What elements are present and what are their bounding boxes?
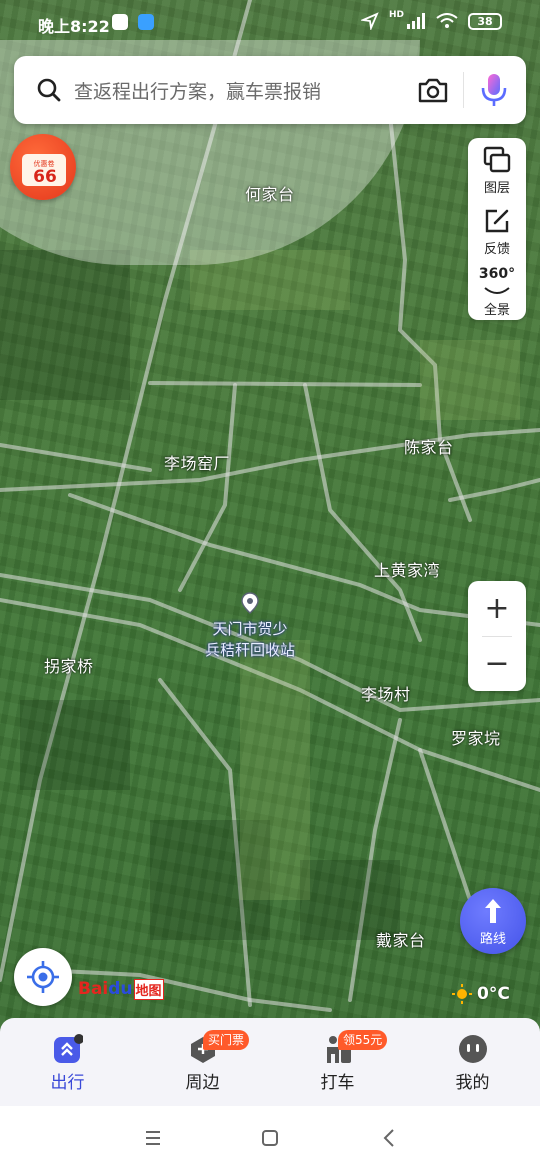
place-label[interactable]: 拐家桥 <box>44 653 94 677</box>
logo-bai: Bai <box>78 979 109 999</box>
status-time: 晚上8:22 <box>38 17 110 36</box>
route-arrow-icon <box>485 899 501 923</box>
layers-icon <box>483 146 511 173</box>
satellite-map[interactable]: 何家台 李场窑厂 陈家台 上黄家湾 拐家桥 李场村 罗家垸 戴家台 天门市贺少 … <box>0 0 540 1105</box>
search-bar[interactable]: 查返程出行方案，赢车票报销 <box>14 56 526 124</box>
battery-icon: 38 <box>468 12 502 30</box>
system-navigation-bar <box>0 1106 540 1170</box>
weather[interactable]: 0°C <box>452 984 510 1004</box>
temperature: 0°C <box>477 984 510 1004</box>
layers-label: 图层 <box>483 181 510 196</box>
bottom-nav: 出行 买门票 周边 领55元 打车 我的 <box>0 1018 540 1106</box>
nav-taxi-label: 打车 <box>320 1073 355 1093</box>
place-label[interactable]: 何家台 <box>245 181 295 205</box>
search-input[interactable]: 查返程出行方案，赢车票报销 <box>74 77 417 104</box>
map-tool-panel: 图层 反馈 360° 全景 <box>468 138 526 320</box>
place-label[interactable]: 戴家台 <box>376 927 426 951</box>
logo-ditu: 地图 <box>133 978 164 1000</box>
zoom-control: + − <box>468 581 526 691</box>
route-button[interactable]: 路线 <box>460 888 526 954</box>
taxi-badge: 领55元 <box>338 1030 388 1050</box>
status-bar: 晚上8:22 HD 38 <box>0 0 540 46</box>
nav-travel-label: 出行 <box>50 1073 85 1093</box>
menu-icon[interactable] <box>138 1126 168 1150</box>
nav-taxi[interactable]: 领55元 打车 <box>270 1018 405 1106</box>
feedback-icon <box>485 209 509 233</box>
poi-label[interactable]: 天门市贺少 兵秸秆回收站 <box>196 619 304 661</box>
place-label[interactable]: 罗家垸 <box>451 725 501 749</box>
layers-button[interactable]: 图层 <box>468 138 526 198</box>
panorama-button[interactable]: 360° 全景 <box>468 260 526 320</box>
nearby-badge: 买门票 <box>203 1030 250 1050</box>
notification-icon <box>112 14 128 30</box>
panorama-label: 全景 <box>483 303 510 318</box>
logo-du: du <box>108 979 133 999</box>
coupon-promo[interactable]: 优惠卷 66 <box>10 134 76 200</box>
locate-button[interactable] <box>14 948 72 1006</box>
place-label[interactable]: 陈家台 <box>404 434 454 458</box>
feedback-button[interactable]: 反馈 <box>468 199 526 259</box>
place-label[interactable]: 李场窑厂 <box>164 450 230 474</box>
route-label: 路线 <box>479 932 506 947</box>
nav-travel[interactable]: 出行 <box>0 1018 135 1106</box>
panorama-arc-icon <box>484 287 510 294</box>
location-pin-icon[interactable] <box>239 592 261 614</box>
panorama-360-icon: 360° <box>478 266 516 282</box>
back-icon[interactable] <box>375 1126 405 1150</box>
profile-icon <box>459 1035 487 1063</box>
signal-icon <box>407 13 425 29</box>
feedback-label: 反馈 <box>483 242 510 257</box>
microphone-icon[interactable] <box>478 72 510 108</box>
poi-label-line1: 天门市贺少 <box>212 620 288 638</box>
poi-label-line2: 兵秸秆回收站 <box>204 641 295 659</box>
network-label: HD <box>388 10 404 20</box>
app-notification-icon <box>138 14 154 30</box>
search-icon <box>37 78 61 102</box>
travel-icon <box>54 1034 83 1063</box>
search-divider <box>463 72 464 108</box>
wifi-icon <box>436 13 458 28</box>
nav-profile[interactable]: 我的 <box>405 1018 540 1106</box>
place-label[interactable]: 李场村 <box>361 681 411 705</box>
zoom-out-button[interactable]: − <box>468 636 526 691</box>
baidu-map-logo: Bai du 地图 <box>78 976 164 1002</box>
nav-nearby[interactable]: 买门票 周边 <box>135 1018 270 1106</box>
location-arrow-icon <box>360 12 379 30</box>
home-icon[interactable] <box>255 1126 285 1150</box>
sun-icon <box>452 984 472 1004</box>
camera-icon[interactable] <box>417 76 449 104</box>
place-label[interactable]: 上黄家湾 <box>374 557 440 581</box>
coupon-value: 66 <box>33 167 57 187</box>
zoom-in-button[interactable]: + <box>468 581 526 636</box>
locate-icon <box>27 961 59 993</box>
nav-profile-label: 我的 <box>455 1073 490 1093</box>
nav-nearby-label: 周边 <box>185 1073 220 1093</box>
